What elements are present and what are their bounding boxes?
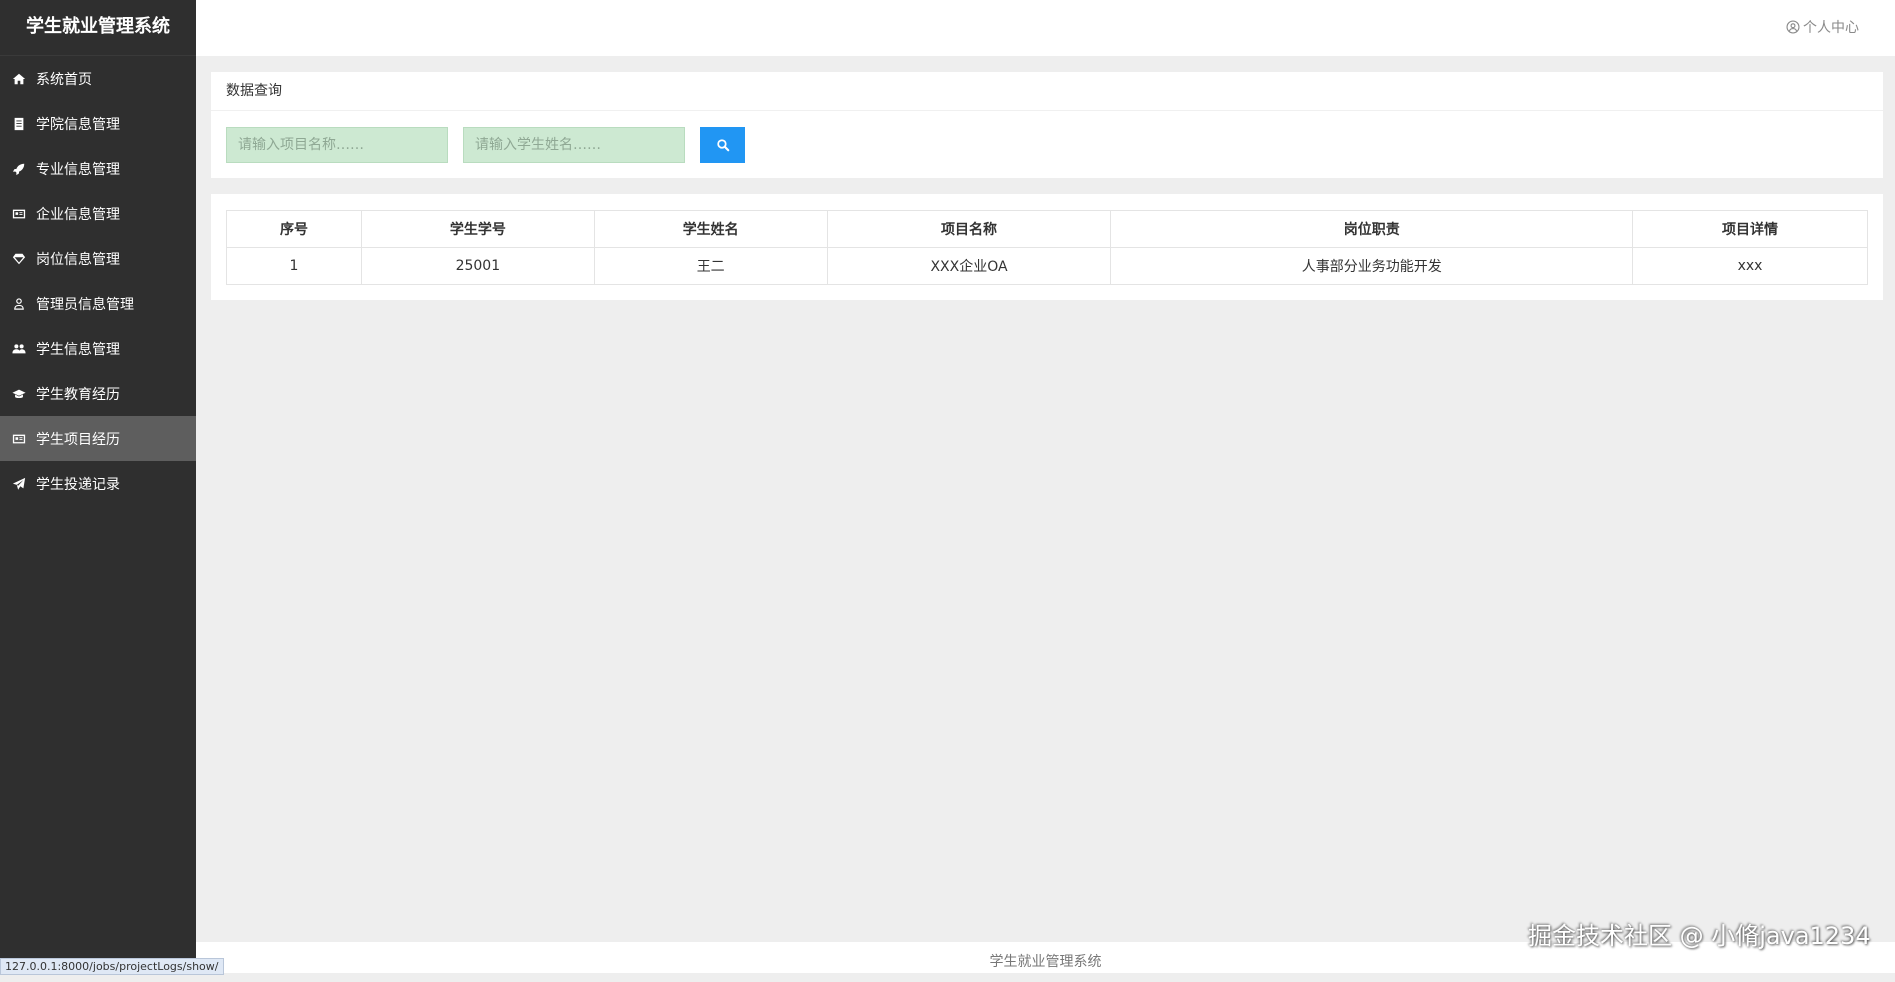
table-header-row: 序号 学生学号 学生姓名 项目名称 岗位职责 项目详情 bbox=[226, 210, 1868, 248]
table-cell: XXX企业OA bbox=[826, 247, 1112, 285]
sidebar-item-label: 系统首页 bbox=[36, 71, 92, 88]
search-icon bbox=[716, 139, 729, 152]
search-button[interactable] bbox=[700, 127, 745, 163]
user-icon bbox=[11, 296, 27, 312]
user-circle-icon bbox=[1786, 20, 1800, 34]
sidebar-item-admin[interactable]: 管理员信息管理 bbox=[0, 281, 196, 326]
table-cell: xxx bbox=[1632, 247, 1868, 285]
table-cell: 25001 bbox=[360, 247, 595, 285]
sidebar-item-label: 管理员信息管理 bbox=[36, 296, 134, 313]
sidebar-item-position[interactable]: 岗位信息管理 bbox=[0, 236, 196, 281]
status-bar-url: 127.0.0.1:8000/jobs/projectLogs/show/ bbox=[0, 958, 224, 975]
watermark: 掘金技术社区 @ 小脩java1234 bbox=[1528, 922, 1871, 950]
user-center-label: 个人中心 bbox=[1803, 20, 1859, 36]
paper-plane-icon bbox=[11, 476, 27, 492]
table-row: 1 25001 王二 XXX企业OA 人事部分业务功能开发 xxx bbox=[226, 247, 1868, 285]
sidebar-item-label: 学生信息管理 bbox=[36, 341, 120, 358]
top-header: 个人中心 bbox=[196, 0, 1895, 56]
results-panel: 序号 学生学号 学生姓名 项目名称 岗位职责 项目详情 1 25001 王二 X… bbox=[211, 194, 1883, 300]
graduation-cap-icon bbox=[11, 386, 27, 402]
home-icon bbox=[11, 71, 27, 87]
sidebar-item-home[interactable]: 系统首页 bbox=[0, 56, 196, 101]
sidebar-item-label: 专业信息管理 bbox=[36, 161, 120, 178]
sidebar-item-education[interactable]: 学生教育经历 bbox=[0, 371, 196, 416]
column-header-project-name: 项目名称 bbox=[826, 210, 1112, 248]
table-cell: 人事部分业务功能开发 bbox=[1110, 247, 1634, 285]
sidebar-item-label: 学生教育经历 bbox=[36, 386, 120, 403]
project-table: 序号 学生学号 学生姓名 项目名称 岗位职责 项目详情 1 25001 王二 X… bbox=[226, 210, 1868, 285]
app-title: 学生就业管理系统 bbox=[0, 0, 196, 56]
diamond-icon bbox=[11, 251, 27, 267]
user-center-link[interactable]: 个人中心 bbox=[1786, 17, 1859, 37]
id-card-icon bbox=[11, 206, 27, 222]
sidebar-item-label: 岗位信息管理 bbox=[36, 251, 120, 268]
rocket-icon bbox=[11, 161, 27, 177]
sidebar-item-college[interactable]: 学院信息管理 bbox=[0, 101, 196, 146]
table-cell: 1 bbox=[226, 247, 362, 285]
column-header-detail: 项目详情 bbox=[1632, 210, 1868, 248]
book-icon bbox=[11, 116, 27, 132]
sidebar-item-label: 学生投递记录 bbox=[36, 476, 120, 493]
table-cell: 王二 bbox=[593, 247, 828, 285]
sidebar-item-label: 企业信息管理 bbox=[36, 206, 120, 223]
sidebar-item-student[interactable]: 学生信息管理 bbox=[0, 326, 196, 371]
sidebar-item-major[interactable]: 专业信息管理 bbox=[0, 146, 196, 191]
student-name-input[interactable] bbox=[463, 127, 685, 163]
sidebar-item-project[interactable]: 学生项目经历 bbox=[0, 416, 196, 461]
search-row bbox=[226, 127, 745, 163]
search-panel: 数据查询 bbox=[211, 72, 1883, 178]
id-card-icon bbox=[11, 431, 27, 447]
sidebar: 学生就业管理系统 系统首页 学院信息管理 专业信息管理 企业信息管理 岗位信息管… bbox=[0, 0, 196, 973]
column-header-index: 序号 bbox=[226, 210, 362, 248]
search-panel-title: 数据查询 bbox=[211, 72, 1883, 111]
sidebar-item-delivery[interactable]: 学生投递记录 bbox=[0, 461, 196, 506]
column-header-student-name: 学生姓名 bbox=[593, 210, 828, 248]
column-header-student-id: 学生学号 bbox=[360, 210, 595, 248]
project-name-input[interactable] bbox=[226, 127, 448, 163]
users-icon bbox=[11, 341, 27, 357]
sidebar-item-label: 学院信息管理 bbox=[36, 116, 120, 133]
column-header-duty: 岗位职责 bbox=[1110, 210, 1634, 248]
sidebar-item-label: 学生项目经历 bbox=[36, 431, 120, 448]
sidebar-nav: 系统首页 学院信息管理 专业信息管理 企业信息管理 岗位信息管理 管理员信息管理… bbox=[0, 56, 196, 506]
sidebar-item-company[interactable]: 企业信息管理 bbox=[0, 191, 196, 236]
